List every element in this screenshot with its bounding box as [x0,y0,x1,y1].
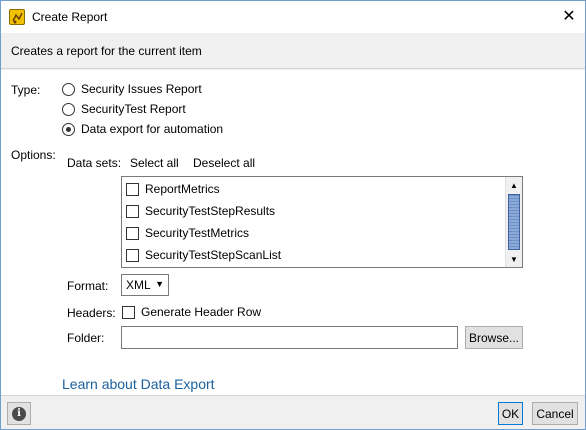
close-icon: ✕ [562,8,576,25]
info-icon: i [12,406,26,421]
dialog-footer: i OK Cancel [1,395,585,429]
dataset-checkbox[interactable] [126,226,139,240]
create-report-dialog: Create Report ✕ Creates a report for the… [0,0,586,430]
radio-indicator[interactable] [62,102,75,116]
report-app-icon [9,9,25,25]
learn-data-export-link[interactable]: Learn about Data Export [62,376,215,392]
datasets-list[interactable]: ReportMetrics SecurityTestStepResults Se… [121,176,523,268]
datasets-label: Data sets: [67,156,122,170]
ok-label: OK [501,406,520,421]
format-value: XML [126,278,151,292]
radio-security-issues-report[interactable]: Security Issues Report [62,82,202,96]
headers-label: Headers: [67,306,116,320]
scroll-thumb[interactable] [508,194,520,250]
browse-label: Browse... [468,330,519,345]
scroll-up-icon[interactable]: ▲ [506,177,522,193]
dialog-header: Creates a report for the current item [1,33,585,69]
dataset-checkbox[interactable] [126,248,139,262]
list-item[interactable]: ReportMetrics [126,182,220,196]
scroll-down-icon[interactable]: ▼ [506,251,522,267]
list-item[interactable]: SecurityTestStepResults [126,204,275,218]
browse-button[interactable]: Browse... [465,326,523,349]
header-row-label: Generate Header Row [141,305,262,319]
folder-input[interactable] [121,326,458,349]
ok-button[interactable]: OK [498,402,523,425]
dataset-checkbox[interactable] [126,182,139,196]
radio-label: SecurityTest Report [81,102,186,116]
dataset-checkbox[interactable] [126,204,139,218]
dataset-label: SecurityTestStepScanList [145,248,282,262]
radio-label: Data export for automation [81,122,224,136]
radio-data-export[interactable]: Data export for automation [62,122,223,136]
chevron-down-icon: ▼ [155,279,164,289]
deselect-all-button[interactable]: Deselect all [193,156,255,170]
cancel-button[interactable]: Cancel [532,402,578,425]
radio-label: Security Issues Report [81,82,202,96]
dialog-description: Creates a report for the current item [11,44,202,58]
radio-indicator[interactable] [62,82,75,96]
options-label: Options: [11,148,56,162]
radio-securitytest-report[interactable]: SecurityTest Report [62,102,186,116]
window-title: Create Report [32,10,108,24]
dataset-label: ReportMetrics [145,182,220,196]
cancel-label: Cancel [536,406,574,421]
folder-label: Folder: [67,331,105,345]
title-bar: Create Report ✕ [1,1,585,33]
list-item[interactable]: SecurityTestMetrics [126,226,249,240]
radio-indicator-checked[interactable] [62,122,75,136]
dialog-content: Type: Security Issues Report SecurityTes… [1,70,585,395]
generate-header-row-checkbox[interactable]: Generate Header Row [122,305,261,319]
dataset-label: SecurityTestMetrics [145,226,250,240]
select-all-button[interactable]: Select all [130,156,179,170]
close-button[interactable]: ✕ [553,1,585,31]
format-label: Format: [67,279,109,293]
datasets-scrollbar[interactable]: ▲ ▼ [505,177,522,267]
dataset-label: SecurityTestStepResults [145,204,276,218]
format-select[interactable]: XML ▼ [121,274,169,296]
type-label: Type: [11,83,41,97]
info-button[interactable]: i [7,402,31,425]
list-item[interactable]: SecurityTestStepScanList [126,248,281,262]
header-row-checkbox[interactable] [122,305,135,319]
